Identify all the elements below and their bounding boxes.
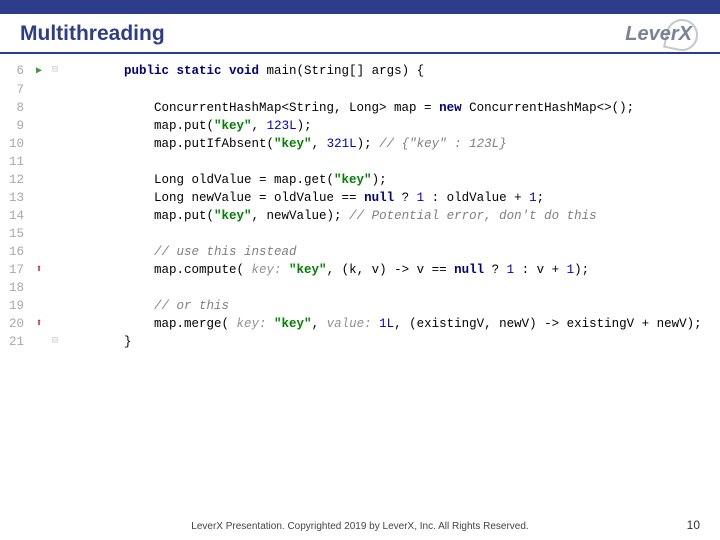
- code-line: 20⬆ map.merge( key: "key", value: 1L, (e…: [0, 315, 720, 333]
- override-gutter-icon: ⬆: [30, 261, 48, 279]
- line-number: 19: [0, 297, 30, 315]
- line-number: 6: [0, 62, 30, 80]
- leverx-logo: LeverX: [625, 23, 692, 46]
- line-number: 17: [0, 261, 30, 279]
- code-content: }: [62, 333, 720, 351]
- line-number: 7: [0, 81, 30, 99]
- code-content: map.putIfAbsent("key", 321L); // {"key" …: [62, 135, 720, 153]
- slide-title: Multithreading: [20, 22, 165, 46]
- code-line: 7: [0, 81, 720, 99]
- code-line: 12 Long oldValue = map.get("key");: [0, 171, 720, 189]
- footer-text: LeverX Presentation. Copyrighted 2019 by…: [0, 521, 720, 532]
- code-line: 14 map.put("key", newValue); // Potentia…: [0, 207, 720, 225]
- line-number: 18: [0, 279, 30, 297]
- code-line: 18: [0, 279, 720, 297]
- code-line: 8 ConcurrentHashMap<String, Long> map = …: [0, 99, 720, 117]
- line-number: 10: [0, 135, 30, 153]
- code-line: 19 // or this: [0, 297, 720, 315]
- code-line: 10 map.putIfAbsent("key", 321L); // {"ke…: [0, 135, 720, 153]
- override-gutter-icon: ⬆: [30, 315, 48, 333]
- line-number: 8: [0, 99, 30, 117]
- code-content: [62, 153, 720, 171]
- code-line: 21 ⊟ }: [0, 333, 720, 351]
- slide-header: Multithreading LeverX: [0, 22, 720, 46]
- top-bar: [0, 0, 720, 14]
- line-number: 13: [0, 189, 30, 207]
- line-number: 12: [0, 171, 30, 189]
- code-content: map.merge( key: "key", value: 1L, (exist…: [62, 315, 720, 333]
- code-content: Long newValue = oldValue == null ? 1 : o…: [62, 189, 720, 207]
- line-number: 20: [0, 315, 30, 333]
- line-number: 16: [0, 243, 30, 261]
- code-content: map.compute( key: "key", (k, v) -> v == …: [62, 261, 720, 279]
- fold-icon: ⊟: [48, 333, 62, 351]
- code-content: map.put("key", newValue); // Potential e…: [62, 207, 720, 225]
- code-content: map.put("key", 123L);: [62, 117, 720, 135]
- code-content: // use this instead: [62, 243, 720, 261]
- code-block: 6▶⊟ public static void main(String[] arg…: [0, 54, 720, 351]
- code-content: public static void main(String[] args) {: [62, 62, 720, 80]
- line-number: 9: [0, 117, 30, 135]
- code-content: [62, 81, 720, 99]
- code-content: Long oldValue = map.get("key");: [62, 171, 720, 189]
- line-number: 21: [0, 333, 30, 351]
- code-content: [62, 279, 720, 297]
- run-gutter-icon: ▶: [30, 62, 48, 81]
- code-line: 16 // use this instead: [0, 243, 720, 261]
- code-line: 15: [0, 225, 720, 243]
- code-line: 11: [0, 153, 720, 171]
- fold-icon: ⊟: [48, 62, 62, 80]
- line-number: 14: [0, 207, 30, 225]
- code-content: // or this: [62, 297, 720, 315]
- code-line: 9 map.put("key", 123L);: [0, 117, 720, 135]
- code-line: 6▶⊟ public static void main(String[] arg…: [0, 62, 720, 81]
- code-line: 17⬆ map.compute( key: "key", (k, v) -> v…: [0, 261, 720, 279]
- code-content: ConcurrentHashMap<String, Long> map = ne…: [62, 99, 720, 117]
- page-number: 10: [687, 518, 700, 532]
- line-number: 11: [0, 153, 30, 171]
- code-line: 13 Long newValue = oldValue == null ? 1 …: [0, 189, 720, 207]
- line-number: 15: [0, 225, 30, 243]
- code-content: [62, 225, 720, 243]
